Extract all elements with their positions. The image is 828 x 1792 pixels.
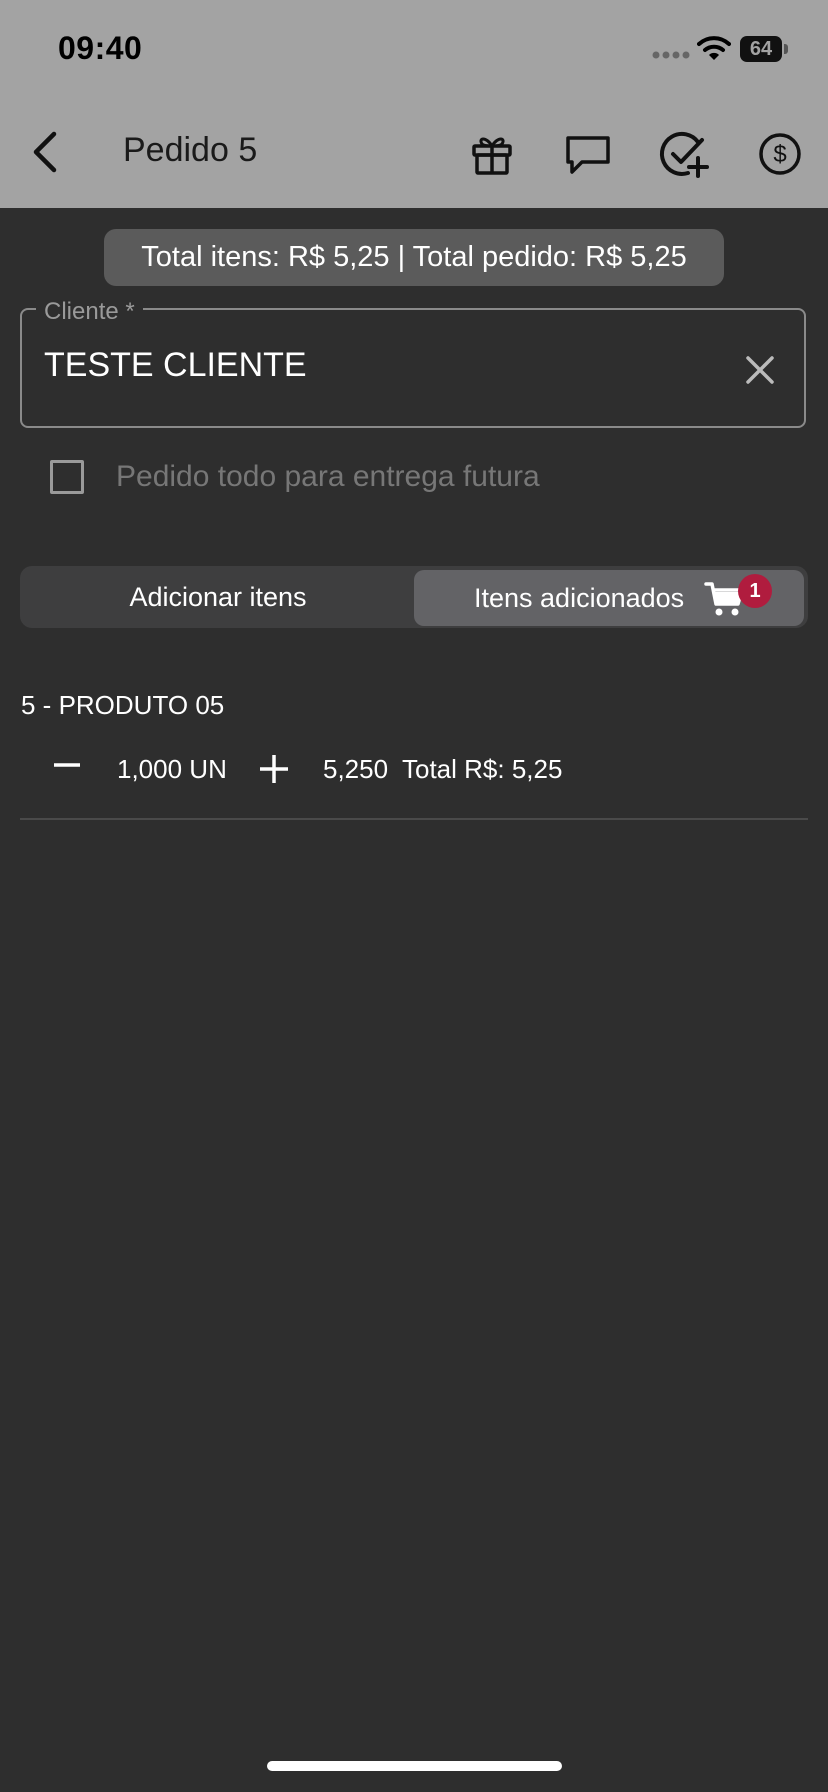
item-unit-price: 5,250: [323, 754, 389, 784]
cart-count-badge: 1: [738, 574, 772, 608]
wifi-icon: [697, 36, 731, 60]
item-divider: [20, 818, 808, 820]
item-quantity: 1,000 UN: [117, 754, 227, 784]
cellular-signal-icon: [652, 51, 690, 59]
top-bar: 09:40 64 Pedido 5 $: [0, 0, 828, 208]
order-total-summary: Total itens: R$ 5,25 | Total pedido: R$ …: [104, 229, 724, 286]
tab-added-items-label: Itens adicionados: [474, 583, 685, 613]
item-total: Total R$: 5,25: [402, 754, 563, 784]
svg-text:$: $: [773, 141, 786, 168]
future-delivery-checkbox[interactable]: [50, 460, 84, 494]
future-delivery-label: Pedido todo para entrega futura: [116, 460, 540, 493]
clear-cliente-button[interactable]: [742, 352, 778, 388]
back-button[interactable]: [26, 128, 66, 176]
battery-indicator: 64: [740, 36, 782, 62]
cliente-field-value[interactable]: TESTE CLIENTE: [44, 346, 307, 385]
dollar-icon[interactable]: $: [754, 128, 806, 180]
tab-add-items[interactable]: Adicionar itens: [20, 566, 416, 628]
cliente-field-label: Cliente *: [36, 298, 143, 326]
check-add-icon[interactable]: [658, 128, 710, 180]
status-time: 09:40: [58, 30, 143, 66]
chat-icon[interactable]: [562, 128, 614, 180]
gift-icon[interactable]: [466, 128, 518, 180]
decrease-quantity-button[interactable]: [50, 748, 84, 782]
home-indicator: [267, 1761, 562, 1771]
increase-quantity-button[interactable]: [257, 752, 291, 786]
page-title: Pedido 5: [123, 131, 258, 169]
item-name: 5 - PRODUTO 05: [21, 690, 225, 720]
battery-cap: [784, 44, 788, 54]
